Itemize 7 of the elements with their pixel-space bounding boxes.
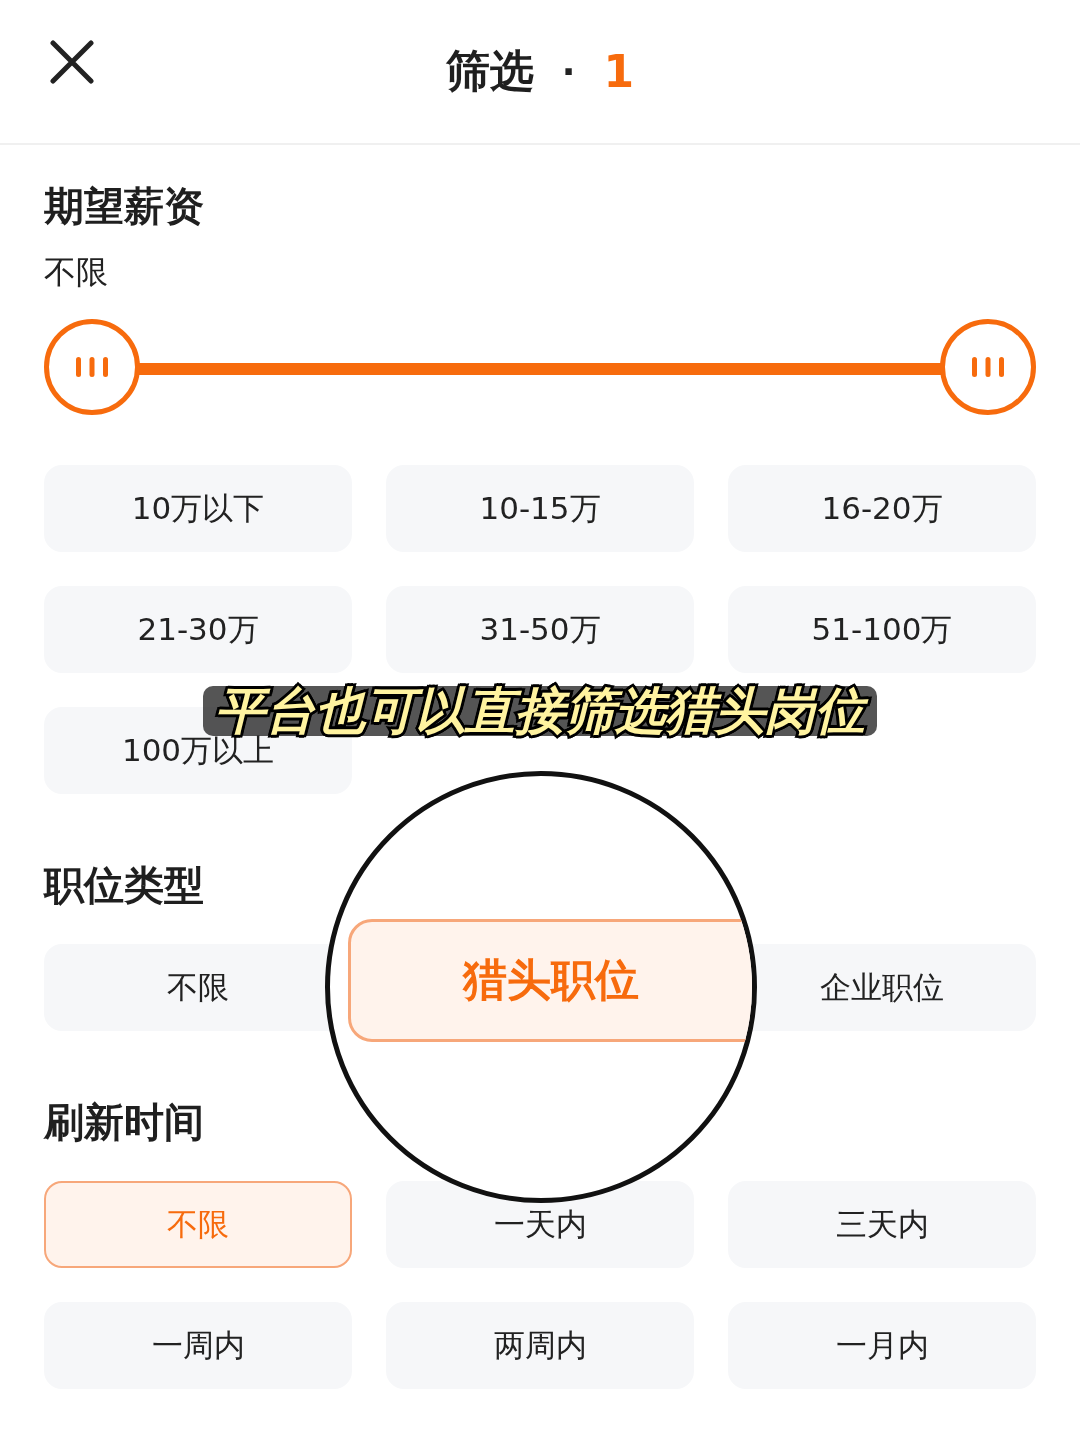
section-title: 期望薪资 [44,182,205,231]
section-title: 职位类型 [44,861,205,910]
range-label: 不限 [44,252,109,293]
filter-count: 1 [603,46,635,97]
section-title: 刷新时间 [44,1098,205,1147]
title-separator: · [561,51,576,92]
page-title: 筛选 [445,44,534,98]
